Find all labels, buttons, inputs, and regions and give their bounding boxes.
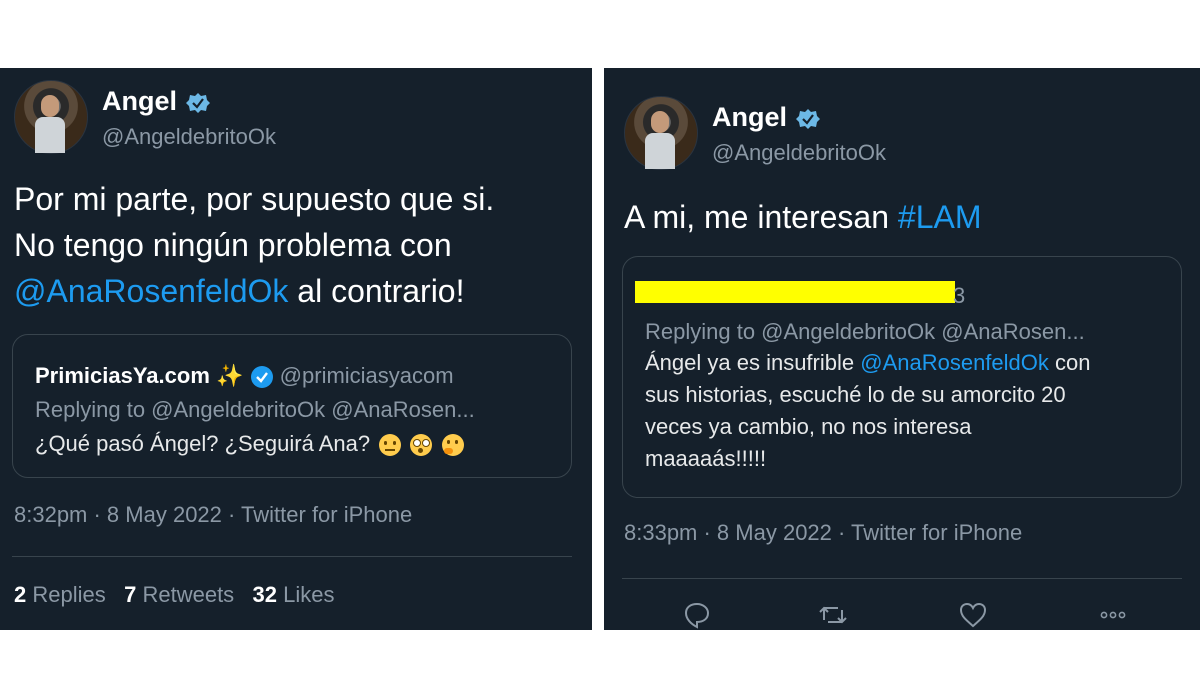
avatar[interactable] [624, 96, 698, 170]
replying-to: Replying to @AngeldebritoOk @AnaRosen... [645, 319, 1085, 344]
like-icon[interactable] [956, 598, 990, 630]
quoted-author-row: PrimiciasYa.com ✨ @primiciasyacom [35, 363, 454, 389]
redaction-bar [635, 281, 955, 303]
tweet-text-fragment: A mi, me interesan [624, 199, 898, 235]
tweet-card-1: Angel @AngeldebritoOk Por mi parte, por … [0, 68, 592, 630]
quoted-text: ¿Qué pasó Ángel? ¿Seguirá Ana? [35, 431, 371, 456]
quoted-text-line: veces ya cambio, no nos interesa [645, 414, 972, 439]
retweets-stat[interactable]: 7 Retweets [124, 582, 234, 607]
divider [622, 578, 1182, 579]
quoted-author-handle: @primiciasyacom [279, 363, 454, 388]
tweet-text: Por mi parte, por supuesto que si. No te… [14, 176, 584, 314]
neutral-face-emoji-icon [379, 434, 402, 457]
author-name-text: Angel [712, 102, 788, 132]
verified-badge-icon [796, 108, 821, 129]
reply-icon[interactable] [680, 598, 714, 630]
quoted-text-line: maaaaás!!!!! [645, 446, 767, 471]
author-name[interactable]: Angel [712, 102, 821, 133]
author-handle[interactable]: @AngeldebritoOk [712, 140, 886, 166]
avatar[interactable] [14, 80, 88, 154]
quoted-author-name: PrimiciasYa.com [35, 363, 210, 388]
astonished-face-emoji-icon [410, 434, 433, 457]
quoted-text-line: Ángel ya es insufrible @AnaRosenfeldOk c… [645, 350, 1091, 375]
verified-badge-icon [250, 366, 273, 389]
tweet-timestamp[interactable]: 8:33pm · 8 May 2022 · Twitter for iPhone [624, 520, 1022, 546]
tweet-text-line: @AnaRosenfeldOk al contrario! [14, 268, 584, 314]
mention-link[interactable]: @AnaRosenfeldOk [14, 273, 288, 309]
quoted-text-line: sus historias, escuché lo de su amorcito… [645, 382, 1066, 407]
quoted-author-handle-fragment: 3 [953, 283, 966, 308]
quoted-text-row: ¿Qué pasó Ángel? ¿Seguirá Ana? [35, 431, 464, 457]
replies-stat[interactable]: 2 Replies [14, 582, 106, 607]
retweet-icon[interactable] [816, 598, 850, 630]
tweet-stats: 2 Replies 7 Retweets 32 Likes [14, 582, 335, 608]
tweet-text: A mi, me interesan #LAM [624, 194, 1184, 240]
quoted-text: Ángel ya es insufrible @AnaRosenfeldOk c… [645, 347, 1175, 475]
verified-badge-icon [186, 92, 211, 113]
author-name-text: Angel [102, 86, 178, 116]
tweet-text-line: Por mi parte, por supuesto que si. [14, 181, 495, 217]
thinking-face-emoji-icon [441, 434, 464, 457]
tweet-card-2: Angel @AngeldebritoOk A mi, me interesan… [604, 68, 1200, 630]
more-icon[interactable] [1096, 598, 1130, 630]
author-name[interactable]: Angel [102, 86, 211, 117]
quoted-tweet[interactable]: 3 Replying to @AngeldebritoOk @AnaRosen.… [622, 256, 1182, 498]
tweet-timestamp[interactable]: 8:32pm · 8 May 2022 · Twitter for iPhone [14, 502, 412, 528]
mention-link[interactable]: @AnaRosenfeldOk [860, 350, 1049, 375]
likes-stat[interactable]: 32 Likes [253, 582, 335, 607]
sparkle-icon: ✨ [216, 363, 244, 388]
replying-to: Replying to @AngeldebritoOk @AnaRosen... [35, 397, 475, 422]
tweet-text-line: No tengo ningún problema con [14, 227, 452, 263]
divider [12, 556, 572, 557]
tweet-text-fragment: al contrario! [288, 273, 465, 309]
quoted-tweet[interactable]: PrimiciasYa.com ✨ @primiciasyacom Replyi… [12, 334, 572, 478]
author-handle[interactable]: @AngeldebritoOk [102, 124, 276, 150]
hashtag-link[interactable]: #LAM [898, 199, 982, 235]
